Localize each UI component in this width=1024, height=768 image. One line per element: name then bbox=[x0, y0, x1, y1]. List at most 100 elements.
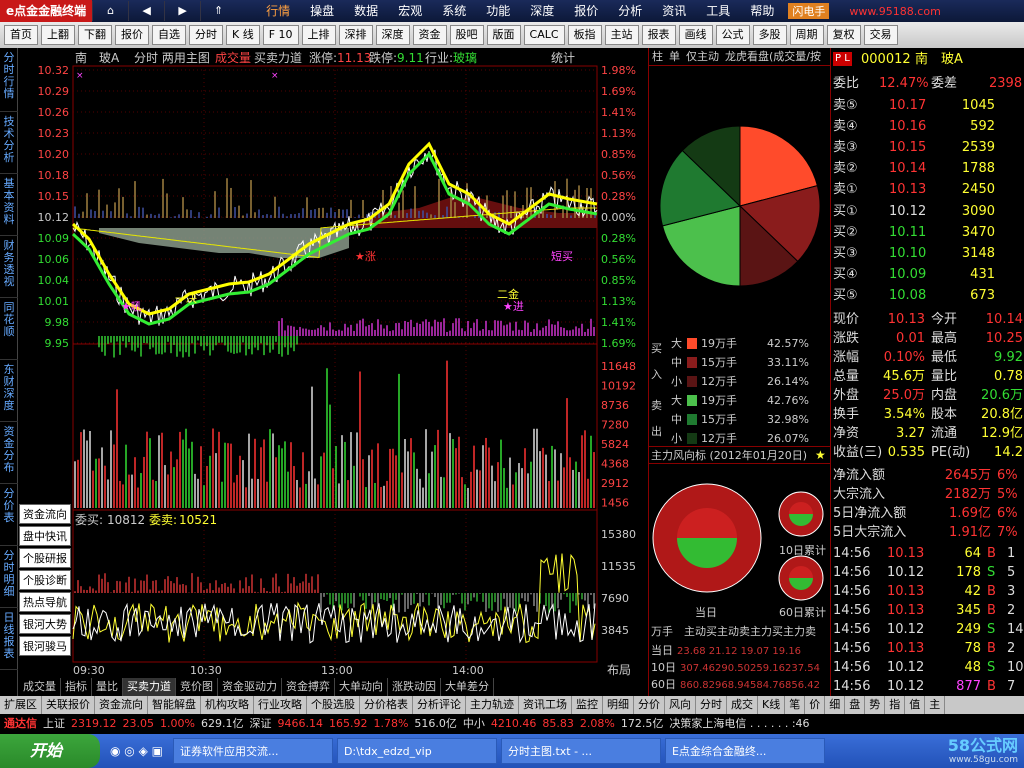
extension-tab-7[interactable]: 分价格表 bbox=[360, 696, 413, 714]
left-tab-0[interactable]: 分时行情 bbox=[0, 48, 18, 112]
extension-tab-15[interactable]: 分时 bbox=[696, 696, 727, 714]
indicator-tab-3[interactable]: 买卖力道 bbox=[123, 678, 176, 696]
star-icon[interactable]: ★ bbox=[815, 448, 826, 462]
flash-badge[interactable]: 闪电手 bbox=[788, 3, 830, 19]
rm-tab-3[interactable]: 龙虎看盘(成交量/按 bbox=[722, 48, 824, 65]
start-button[interactable]: 开始 bbox=[0, 734, 100, 768]
side-button-2[interactable]: 个股研报 bbox=[19, 548, 71, 568]
toolbar-button-21[interactable]: 周期 bbox=[789, 25, 824, 45]
extension-tab-20[interactable]: 细 bbox=[825, 696, 846, 714]
rm-tab-0[interactable]: 柱 bbox=[649, 48, 666, 65]
rm-tab-1[interactable]: 单 bbox=[666, 48, 683, 65]
left-tab-5[interactable]: 东财深度 bbox=[0, 360, 18, 422]
menu-3[interactable]: 宏观 bbox=[388, 0, 432, 22]
toolbar-button-7[interactable]: F 10 bbox=[262, 25, 299, 45]
extension-tab-8[interactable]: 分析评论 bbox=[413, 696, 466, 714]
indicator-tab-6[interactable]: 资金搏弈 bbox=[282, 678, 335, 696]
extension-tab-3[interactable]: 智能解盘 bbox=[148, 696, 201, 714]
menu-4[interactable]: 系统 bbox=[432, 0, 476, 22]
left-tab-2[interactable]: 基本资料 bbox=[0, 174, 18, 236]
left-tab-8[interactable]: 分时明细 bbox=[0, 546, 18, 608]
extension-tab-4[interactable]: 机构攻略 bbox=[201, 696, 254, 714]
toolbar-button-0[interactable]: 首页 bbox=[4, 25, 38, 45]
collapse-icon[interactable]: ⇑ bbox=[200, 1, 236, 21]
menu-7[interactable]: 报价 bbox=[564, 0, 608, 22]
toolbar-button-20[interactable]: 多股 bbox=[752, 25, 787, 45]
rm-tab-2[interactable]: 仅主动 bbox=[683, 48, 722, 65]
left-tab-4[interactable]: 同花顺 bbox=[0, 298, 18, 360]
toolbar-button-8[interactable]: 上排 bbox=[301, 25, 336, 45]
extension-tab-1[interactable]: 关联报价 bbox=[42, 696, 95, 714]
indicator-tab-2[interactable]: 量比 bbox=[92, 678, 123, 696]
extension-tab-25[interactable]: 主 bbox=[925, 696, 946, 714]
indicator-tab-8[interactable]: 涨跌动因 bbox=[388, 678, 441, 696]
side-button-0[interactable]: 资金流向 bbox=[19, 504, 71, 524]
indicator-tab-7[interactable]: 大单动向 bbox=[335, 678, 388, 696]
side-button-4[interactable]: 热点导航 bbox=[19, 592, 71, 612]
toolbar-button-9[interactable]: 深排 bbox=[338, 25, 373, 45]
toolbar-button-5[interactable]: 分时 bbox=[189, 25, 223, 45]
menu-5[interactable]: 功能 bbox=[476, 0, 520, 22]
indicator-tab-1[interactable]: 指标 bbox=[61, 678, 92, 696]
extension-tab-22[interactable]: 势 bbox=[865, 696, 886, 714]
indicator-tab-5[interactable]: 资金驱动力 bbox=[218, 678, 282, 696]
extension-tab-10[interactable]: 资讯工场 bbox=[519, 696, 572, 714]
indicator-tab-0[interactable]: 成交量 bbox=[19, 678, 61, 696]
toolbar-button-2[interactable]: 下翻 bbox=[78, 25, 112, 45]
extension-tab-18[interactable]: 笔 bbox=[785, 696, 806, 714]
toolbar-button-14[interactable]: CALC bbox=[523, 25, 565, 45]
extension-tab-19[interactable]: 价 bbox=[805, 696, 826, 714]
taskbar-item-1[interactable]: D:\tdx_edzd_vip bbox=[336, 738, 497, 764]
toolbar-button-11[interactable]: 资金 bbox=[412, 25, 447, 45]
side-button-5[interactable]: 银河大势 bbox=[19, 614, 71, 634]
toolbar-button-13[interactable]: 版面 bbox=[486, 25, 521, 45]
toolbar-button-12[interactable]: 股吧 bbox=[449, 25, 484, 45]
menu-2[interactable]: 数据 bbox=[344, 0, 388, 22]
extension-tab-23[interactable]: 指 bbox=[885, 696, 906, 714]
left-tab-6[interactable]: 资金分布 bbox=[0, 422, 18, 484]
side-button-1[interactable]: 盘中快讯 bbox=[19, 526, 71, 546]
extension-tab-5[interactable]: 行业攻略 bbox=[254, 696, 307, 714]
side-button-3[interactable]: 个股诊断 bbox=[19, 570, 71, 590]
menu-0[interactable]: 行情 bbox=[256, 0, 300, 22]
extension-tab-24[interactable]: 值 bbox=[905, 696, 926, 714]
toolbar-button-15[interactable]: 板指 bbox=[567, 25, 602, 45]
extension-tab-11[interactable]: 监控 bbox=[572, 696, 603, 714]
toolbar-button-22[interactable]: 复权 bbox=[826, 25, 861, 45]
toolbar-button-10[interactable]: 深度 bbox=[375, 25, 410, 45]
taskbar-item-3[interactable]: E点金综合金融终... bbox=[664, 738, 825, 764]
side-button-6[interactable]: 银河骏马 bbox=[19, 636, 71, 656]
menu-6[interactable]: 深度 bbox=[520, 0, 564, 22]
left-tab-1[interactable]: 技术分析 bbox=[0, 112, 18, 174]
indicator-tab-9[interactable]: 大单差分 bbox=[441, 678, 494, 696]
taskbar-item-2[interactable]: 分时主图.txt - ... bbox=[500, 738, 661, 764]
back-icon[interactable]: ◀ bbox=[128, 1, 164, 21]
extension-tab-17[interactable]: K线 bbox=[758, 696, 786, 714]
toolbar-button-18[interactable]: 画线 bbox=[678, 25, 713, 45]
menu-1[interactable]: 操盘 bbox=[300, 0, 344, 22]
toolbar-button-6[interactable]: K 线 bbox=[226, 25, 260, 45]
extension-tab-14[interactable]: 风向 bbox=[665, 696, 696, 714]
site-link[interactable]: www.95188.com bbox=[849, 5, 940, 18]
extension-tab-0[interactable]: 扩展区 bbox=[0, 696, 42, 714]
toolbar-button-4[interactable]: 自选 bbox=[152, 25, 186, 45]
indicator-tab-4[interactable]: 竞价图 bbox=[176, 678, 218, 696]
menu-10[interactable]: 工具 bbox=[696, 0, 740, 22]
toolbar-button-16[interactable]: 主站 bbox=[604, 25, 639, 45]
quicklaunch-icons[interactable]: ◉ ◎ ◈ ▣ bbox=[110, 744, 163, 758]
left-tab-7[interactable]: 分价表 bbox=[0, 484, 18, 546]
toolbar-button-19[interactable]: 公式 bbox=[715, 25, 750, 45]
toolbar-button-1[interactable]: 上翻 bbox=[41, 25, 75, 45]
extension-tab-12[interactable]: 明细 bbox=[603, 696, 634, 714]
menu-9[interactable]: 资讯 bbox=[652, 0, 696, 22]
forward-icon[interactable]: ▶ bbox=[164, 1, 200, 21]
toolbar-button-17[interactable]: 报表 bbox=[641, 25, 676, 45]
taskbar-item-0[interactable]: 证券软件应用交流... bbox=[172, 738, 333, 764]
extension-tab-13[interactable]: 分价 bbox=[634, 696, 665, 714]
menu-11[interactable]: 帮助 bbox=[740, 0, 784, 22]
left-tab-9[interactable]: 日线报表 bbox=[0, 608, 18, 670]
extension-tab-16[interactable]: 成交 bbox=[727, 696, 758, 714]
menu-8[interactable]: 分析 bbox=[608, 0, 652, 22]
news-ticker[interactable]: 决策家上海电信 . . . . . . :46 bbox=[669, 714, 809, 734]
extension-tab-21[interactable]: 盘 bbox=[845, 696, 866, 714]
